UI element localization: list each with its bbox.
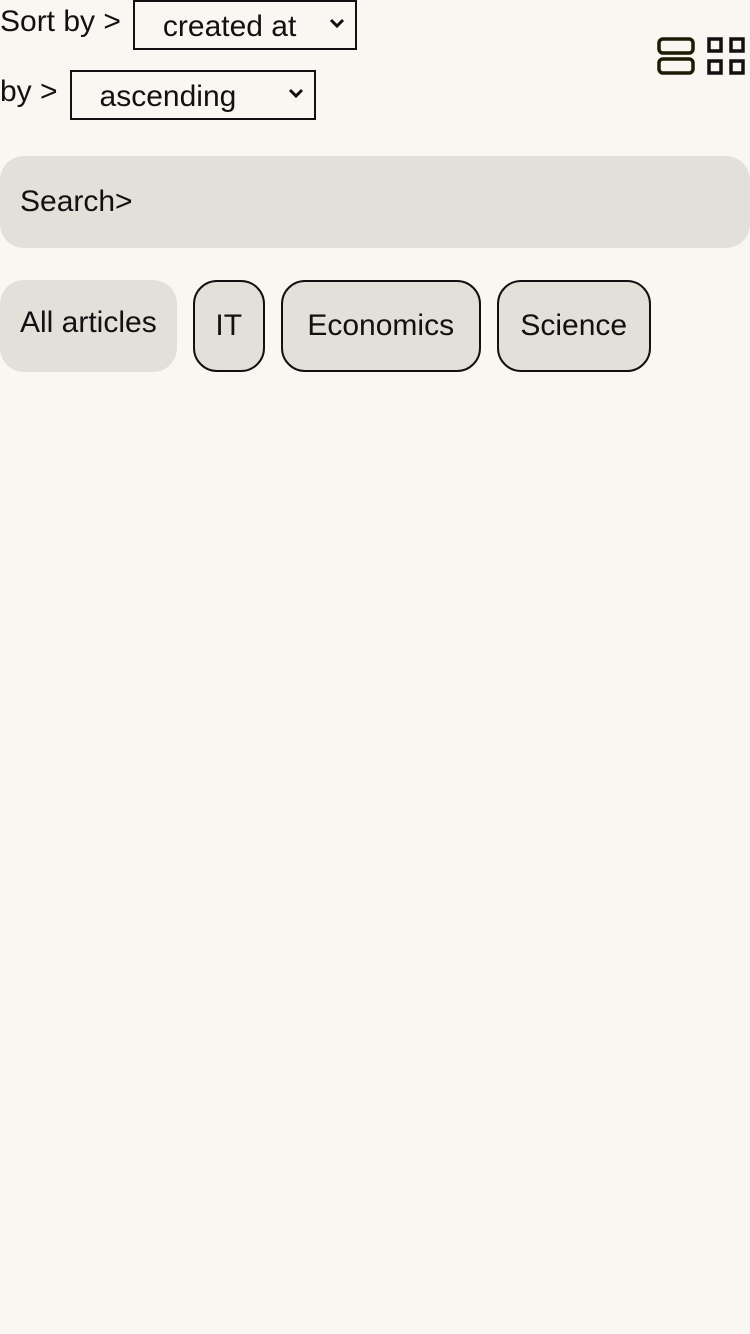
category-chip-it[interactable]: IT xyxy=(192,280,265,372)
category-chip-label: Science xyxy=(520,309,628,342)
sort-order-value: ascending xyxy=(99,80,237,113)
category-chip-economics[interactable]: Economics xyxy=(280,280,481,372)
sort-field-row: Sort by > created at xyxy=(0,0,357,50)
order-by-label: by > xyxy=(0,75,58,108)
category-chip-all-articles[interactable]: All articles xyxy=(0,280,177,372)
category-chip-science[interactable]: Science xyxy=(496,280,651,372)
category-filter: All articles IT Economics Science xyxy=(0,280,651,372)
sort-field-value: created at xyxy=(162,10,297,43)
chevron-down-icon xyxy=(329,18,344,29)
category-chip-label: All articles xyxy=(20,306,157,339)
list-view-icon[interactable] xyxy=(657,37,695,75)
category-chip-label: IT xyxy=(215,309,243,342)
grid-view-icon[interactable] xyxy=(707,37,745,75)
search-input[interactable]: Search> xyxy=(0,156,750,248)
sort-field-select[interactable]: created at xyxy=(132,0,357,50)
search-placeholder: Search> xyxy=(20,185,133,218)
chevron-down-icon xyxy=(288,88,303,99)
sort-order-row: by > ascending xyxy=(0,70,316,120)
category-chip-label: Economics xyxy=(307,309,455,342)
sort-by-label: Sort by > xyxy=(0,5,121,38)
sort-order-select[interactable]: ascending xyxy=(69,70,316,120)
view-toggle xyxy=(657,37,745,75)
